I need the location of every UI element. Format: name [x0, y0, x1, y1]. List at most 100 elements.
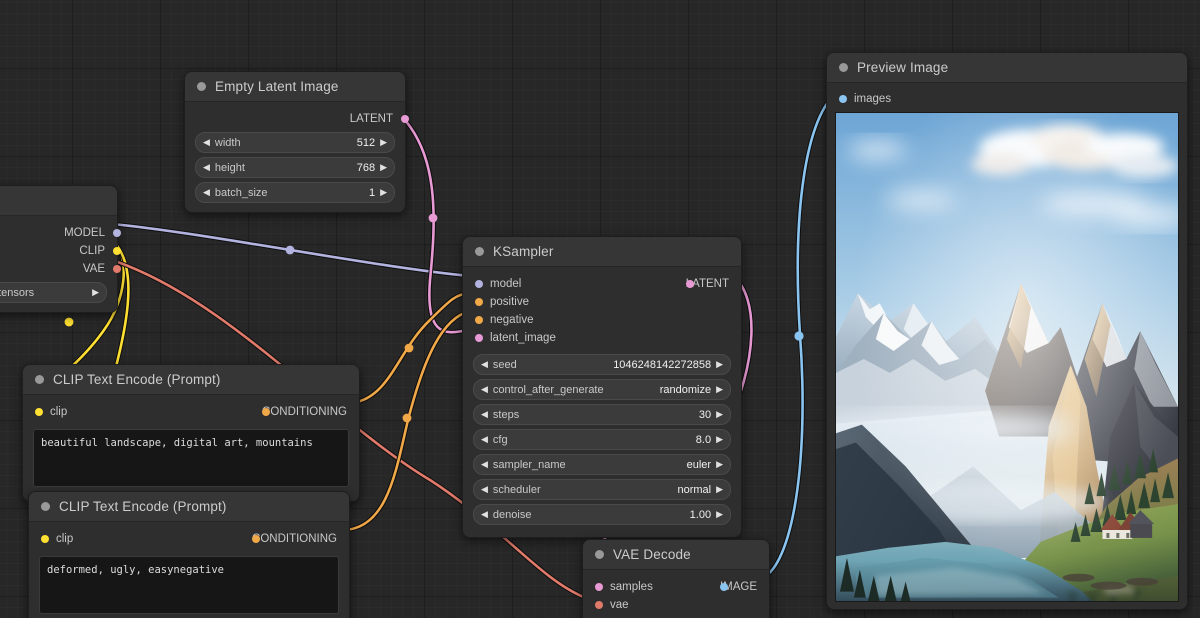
widget-seed-label: seed: [492, 358, 517, 371]
input-slot-negative[interactable]: negative: [463, 311, 741, 329]
output-pin-latent[interactable]: [401, 115, 409, 123]
input-pin-images[interactable]: [839, 95, 847, 103]
input-slot-vae[interactable]: vae: [583, 596, 769, 614]
widget-control-after-generate-label: control_after_generate: [492, 383, 604, 396]
input-pin-clip[interactable]: [41, 535, 49, 543]
output-slot-latent[interactable]: LATENT: [185, 110, 409, 128]
chevron-right-icon[interactable]: ▶: [716, 460, 723, 469]
node-graph-canvas[interactable]: MODEL CLIP VAE _8.safetensors ▶ Empty La…: [0, 0, 1200, 618]
node-preview-image[interactable]: Preview Image images: [826, 52, 1188, 610]
chevron-left-icon[interactable]: ◀: [203, 163, 210, 172]
widget-seed-value: 1046248142272858: [613, 358, 712, 371]
prompt-textarea-negative[interactable]: deformed, ugly, easynegative: [39, 556, 339, 614]
output-pin-vae[interactable]: [113, 265, 121, 273]
node-checkpoint-loader[interactable]: MODEL CLIP VAE _8.safetensors ▶: [0, 185, 121, 313]
input-slot-images[interactable]: images: [827, 90, 1187, 108]
node-title-bar[interactable]: CLIP Text Encode (Prompt): [29, 492, 349, 522]
chevron-left-icon[interactable]: ◀: [481, 435, 488, 444]
chevron-left-icon[interactable]: ◀: [203, 188, 210, 197]
wire-image: [755, 90, 839, 582]
chevron-right-icon[interactable]: ▶: [716, 485, 723, 494]
widget-height[interactable]: ◀ height 768 ▶: [195, 157, 395, 178]
input-slot-positive[interactable]: positive: [463, 293, 741, 311]
collapse-icon[interactable]: [197, 82, 206, 91]
chevron-left-icon[interactable]: ◀: [481, 385, 488, 394]
widget-cfg[interactable]: ◀ cfg 8.0 ▶: [473, 429, 731, 450]
input-pin-negative[interactable]: [475, 316, 483, 324]
input-pin-model[interactable]: [475, 280, 483, 288]
chevron-right-icon[interactable]: ▶: [92, 288, 99, 297]
input-pin-vae[interactable]: [595, 601, 603, 609]
chevron-left-icon[interactable]: ◀: [481, 510, 488, 519]
output-label-model: MODEL: [64, 227, 105, 239]
widget-width[interactable]: ◀ width 512 ▶: [195, 132, 395, 153]
chevron-right-icon[interactable]: ▶: [716, 410, 723, 419]
chevron-right-icon[interactable]: ▶: [380, 138, 387, 147]
output-slot-model[interactable]: MODEL: [0, 224, 121, 242]
node-title-bar[interactable]: Empty Latent Image: [185, 72, 405, 102]
input-pin-clip[interactable]: [35, 408, 43, 416]
widget-control-after-generate[interactable]: ◀ control_after_generate randomize ▶: [473, 379, 731, 400]
output-slot-clip[interactable]: CLIP: [0, 242, 121, 260]
input-pin-latent-image[interactable]: [475, 334, 483, 342]
collapse-icon[interactable]: [35, 375, 44, 384]
output-label-conditioning: CONDITIONING: [262, 406, 347, 418]
collapse-icon[interactable]: [41, 502, 50, 511]
node-ksampler[interactable]: KSampler model LATENT positive negative: [462, 236, 742, 538]
node-empty-latent-image[interactable]: Empty Latent Image LATENT ◀ width 512 ▶ …: [184, 71, 409, 213]
output-pin-model[interactable]: [113, 229, 121, 237]
output-pin-conditioning[interactable]: [252, 535, 261, 543]
output-slot-vae[interactable]: VAE: [0, 260, 121, 278]
preview-image-frame[interactable]: [835, 112, 1179, 602]
chevron-left-icon[interactable]: ◀: [481, 460, 488, 469]
widget-sampler-name-label: sampler_name: [492, 458, 566, 471]
input-pin-samples[interactable]: [595, 583, 603, 591]
chevron-right-icon[interactable]: ▶: [380, 163, 387, 172]
chevron-left-icon[interactable]: ◀: [481, 485, 488, 494]
node-vae-decode[interactable]: VAE Decode samples IMAGE vae: [582, 539, 770, 618]
input-label-images: images: [854, 93, 892, 105]
chevron-left-icon[interactable]: ◀: [203, 138, 210, 147]
wire-latent-input: [393, 108, 473, 335]
widget-seed[interactable]: ◀ seed 1046248142272858 ▶: [473, 354, 731, 375]
chevron-right-icon[interactable]: ▶: [716, 435, 723, 444]
widget-denoise[interactable]: ◀ denoise 1.00 ▶: [473, 504, 731, 525]
chevron-right-icon[interactable]: ▶: [716, 510, 723, 519]
node-title-bar[interactable]: [0, 186, 117, 216]
widget-batch-size[interactable]: ◀ batch_size 1 ▶: [195, 182, 395, 203]
wire-model: [109, 221, 473, 279]
output-pin-conditioning[interactable]: [262, 408, 271, 416]
node-clip-text-encode-positive[interactable]: CLIP Text Encode (Prompt) clip CONDITION…: [22, 364, 360, 502]
output-pin-latent[interactable]: [685, 280, 694, 288]
widget-scheduler-value: normal: [677, 483, 712, 496]
collapse-icon[interactable]: [839, 63, 848, 72]
node-title-bar[interactable]: VAE Decode: [583, 540, 769, 570]
chevron-left-icon[interactable]: ◀: [481, 360, 488, 369]
input-label-model: model: [490, 278, 522, 290]
node-title-bar[interactable]: KSampler: [463, 237, 741, 267]
chevron-right-icon[interactable]: ▶: [716, 360, 723, 369]
output-pin-image[interactable]: [719, 583, 728, 591]
widget-ckpt-name[interactable]: _8.safetensors ▶: [0, 282, 107, 303]
node-title-bar[interactable]: CLIP Text Encode (Prompt): [23, 365, 359, 395]
widget-steps[interactable]: ◀ steps 30 ▶: [473, 404, 731, 425]
prompt-textarea-positive[interactable]: beautiful landscape, digital art, mounta…: [33, 429, 349, 487]
input-slot-latent-image[interactable]: latent_image: [463, 329, 741, 347]
node-clip-text-encode-negative[interactable]: CLIP Text Encode (Prompt) clip CONDITION…: [28, 491, 350, 618]
chevron-right-icon[interactable]: ▶: [380, 188, 387, 197]
node-title-text: CLIP Text Encode (Prompt): [59, 499, 227, 514]
input-label-negative: negative: [490, 314, 534, 326]
node-title-text: VAE Decode: [613, 547, 691, 562]
chevron-left-icon[interactable]: ◀: [481, 410, 488, 419]
output-pin-clip[interactable]: [113, 247, 121, 255]
widget-cfg-label: cfg: [492, 433, 508, 446]
widget-sampler-name[interactable]: ◀ sampler_name euler ▶: [473, 454, 731, 475]
input-pin-positive[interactable]: [475, 298, 483, 306]
input-label-clip: clip: [50, 406, 68, 418]
chevron-right-icon[interactable]: ▶: [716, 385, 723, 394]
collapse-icon[interactable]: [595, 550, 604, 559]
node-body: samples IMAGE vae: [583, 570, 769, 618]
node-title-bar[interactable]: Preview Image: [827, 53, 1187, 83]
collapse-icon[interactable]: [475, 247, 484, 256]
widget-scheduler[interactable]: ◀ scheduler normal ▶: [473, 479, 731, 500]
